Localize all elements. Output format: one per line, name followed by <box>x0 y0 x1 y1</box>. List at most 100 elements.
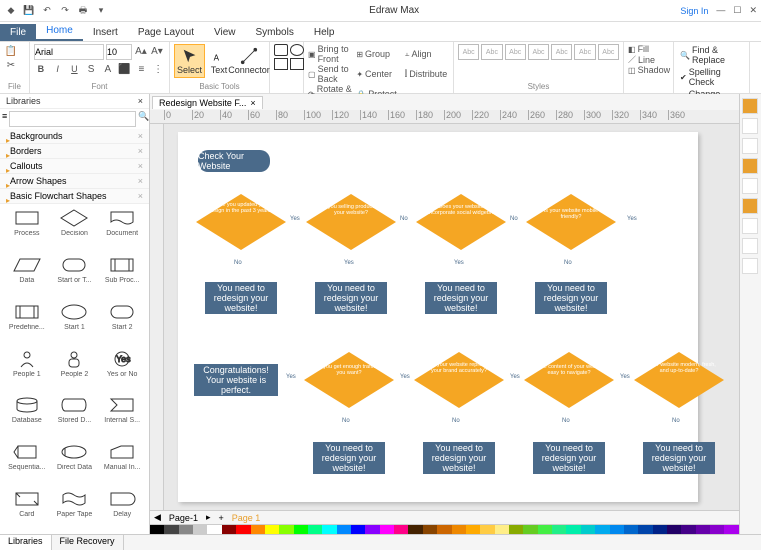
font-color-icon[interactable]: A <box>101 62 115 76</box>
decision-4[interactable]: Is your website mobile friendly? <box>526 194 616 250</box>
shape-stencil[interactable]: Delay <box>99 489 145 530</box>
document-tab[interactable]: Redesign Website F...× <box>152 96 263 109</box>
color-swatch[interactable] <box>380 525 394 534</box>
color-swatch[interactable] <box>236 525 250 534</box>
shape-stencil[interactable]: YesYes or No <box>99 349 145 390</box>
redo-icon[interactable]: ↷ <box>58 4 72 18</box>
bullets-icon[interactable]: ⋮ <box>151 62 165 76</box>
color-swatch[interactable] <box>179 525 193 534</box>
group-button[interactable]: ⊞ Group <box>356 44 400 64</box>
redesign-5[interactable]: You need to redesign your website! <box>313 442 385 474</box>
congrats-box[interactable]: Congratulations! Your website is perfect… <box>194 364 278 396</box>
search-icon[interactable]: 🔍 <box>138 111 149 127</box>
color-swatch[interactable] <box>351 525 365 534</box>
tool-icon-8[interactable] <box>742 258 758 274</box>
color-swatch[interactable] <box>408 525 422 534</box>
color-swatch[interactable] <box>466 525 480 534</box>
decision-5[interactable]: Do you get enough traffic as you want? <box>304 352 394 408</box>
page-tab-2[interactable]: Page 1 <box>232 513 261 523</box>
color-swatch[interactable] <box>495 525 509 534</box>
tool-icon-6[interactable] <box>742 218 758 234</box>
color-swatch[interactable] <box>523 525 537 534</box>
color-swatch[interactable] <box>610 525 624 534</box>
tool-icon-2[interactable] <box>742 138 758 154</box>
color-swatch[interactable] <box>638 525 652 534</box>
save-icon[interactable]: 💾 <box>22 4 36 18</box>
tab-file[interactable]: File <box>0 24 36 41</box>
tab-view[interactable]: View <box>204 24 246 41</box>
color-swatch[interactable] <box>581 525 595 534</box>
shape-stencil[interactable]: Data <box>4 255 50 296</box>
add-page-icon[interactable]: + <box>218 513 223 523</box>
shape-ellipse[interactable] <box>290 44 304 56</box>
library-category[interactable]: Callouts × <box>0 159 149 174</box>
color-swatch[interactable] <box>509 525 523 534</box>
color-palette[interactable] <box>150 524 739 534</box>
tab-symbols[interactable]: Symbols <box>246 24 304 41</box>
color-swatch[interactable] <box>566 525 580 534</box>
decrease-font-icon[interactable]: A▾ <box>150 44 164 58</box>
decision-1[interactable]: Have you updated your design in the past… <box>196 194 286 250</box>
decision-8[interactable]: Is your website modern, fresh, and up-to… <box>634 352 724 408</box>
library-category[interactable]: Borders × <box>0 144 149 159</box>
shape-stencil[interactable]: Predefine... <box>4 302 50 343</box>
shape-stencil[interactable]: Direct Data <box>52 442 98 483</box>
shape-stencil[interactable]: People 1 <box>4 349 50 390</box>
style-5[interactable]: Abc <box>551 44 572 60</box>
color-swatch[interactable] <box>681 525 695 534</box>
minimize-icon[interactable]: — <box>716 5 725 16</box>
connector-tool[interactable]: Connector <box>233 45 265 77</box>
color-swatch[interactable] <box>552 525 566 534</box>
tab-help[interactable]: Help <box>304 24 345 41</box>
tool-icon-7[interactable] <box>742 238 758 254</box>
tab-page-layout[interactable]: Page Layout <box>128 24 204 41</box>
page[interactable]: Check Your Website Have you updated your… <box>178 132 698 502</box>
sidebar-close-icon[interactable]: × <box>138 96 143 106</box>
fill-button[interactable]: ◧ Fill <box>628 44 669 54</box>
send-back-button[interactable]: ▢ Send to Back <box>308 64 352 84</box>
canvas[interactable]: Check Your Website Have you updated your… <box>164 124 739 510</box>
maximize-icon[interactable]: ☐ <box>733 5 741 16</box>
color-swatch[interactable] <box>452 525 466 534</box>
redesign-7[interactable]: You need to redesign your website! <box>533 442 605 474</box>
decision-2[interactable]: Are you selling products on your website… <box>306 194 396 250</box>
shape-stencil[interactable]: Process <box>4 208 50 249</box>
sidebar-menu-icon[interactable]: ≡ <box>2 111 7 127</box>
shape-stencil[interactable]: Sub Proc... <box>99 255 145 296</box>
close-icon[interactable]: ✕ <box>749 5 757 16</box>
tab-insert[interactable]: Insert <box>83 24 128 41</box>
strike-icon[interactable]: S <box>84 62 98 76</box>
redesign-3[interactable]: You need to redesign your website! <box>425 282 497 314</box>
decision-3[interactable]: Does your website incorporate social wid… <box>416 194 506 250</box>
color-swatch[interactable] <box>164 525 178 534</box>
shape-stencil[interactable]: Database <box>4 395 50 436</box>
color-swatch[interactable] <box>279 525 293 534</box>
redesign-2[interactable]: You need to redesign your website! <box>315 282 387 314</box>
find-replace-button[interactable]: 🔍 Find & Replace <box>678 44 745 66</box>
spelling-button[interactable]: ✔ Spelling Check <box>678 66 745 88</box>
decision-6[interactable]: Does your website represents your brand … <box>414 352 504 408</box>
shape-stencil[interactable]: Decision <box>52 208 98 249</box>
style-4[interactable]: Abc <box>528 44 549 60</box>
color-swatch[interactable] <box>322 525 336 534</box>
color-swatch[interactable] <box>251 525 265 534</box>
style-3[interactable]: Abc <box>505 44 526 60</box>
bold-icon[interactable]: B <box>34 62 48 76</box>
tab-close-icon[interactable]: × <box>250 98 255 108</box>
shape-stencil[interactable]: People 2 <box>52 349 98 390</box>
shape-stencil[interactable]: Paper Tape <box>52 489 98 530</box>
distribute-button[interactable]: ⫿ Distribute <box>405 64 449 84</box>
shape-rect[interactable] <box>274 44 288 56</box>
color-swatch[interactable] <box>437 525 451 534</box>
tool-icon-4[interactable] <box>742 178 758 194</box>
color-swatch[interactable] <box>193 525 207 534</box>
underline-icon[interactable]: U <box>68 62 82 76</box>
increase-font-icon[interactable]: A▴ <box>134 44 148 58</box>
shape-stencil[interactable]: Start or T... <box>52 255 98 296</box>
color-swatch[interactable] <box>365 525 379 534</box>
align-button[interactable]: ⫠ Align <box>405 44 449 64</box>
select-tool[interactable]: Select <box>174 44 205 78</box>
text-tool[interactable]: AText <box>208 45 230 77</box>
color-swatch[interactable] <box>696 525 710 534</box>
print-icon[interactable]: 🖶 <box>76 4 90 18</box>
